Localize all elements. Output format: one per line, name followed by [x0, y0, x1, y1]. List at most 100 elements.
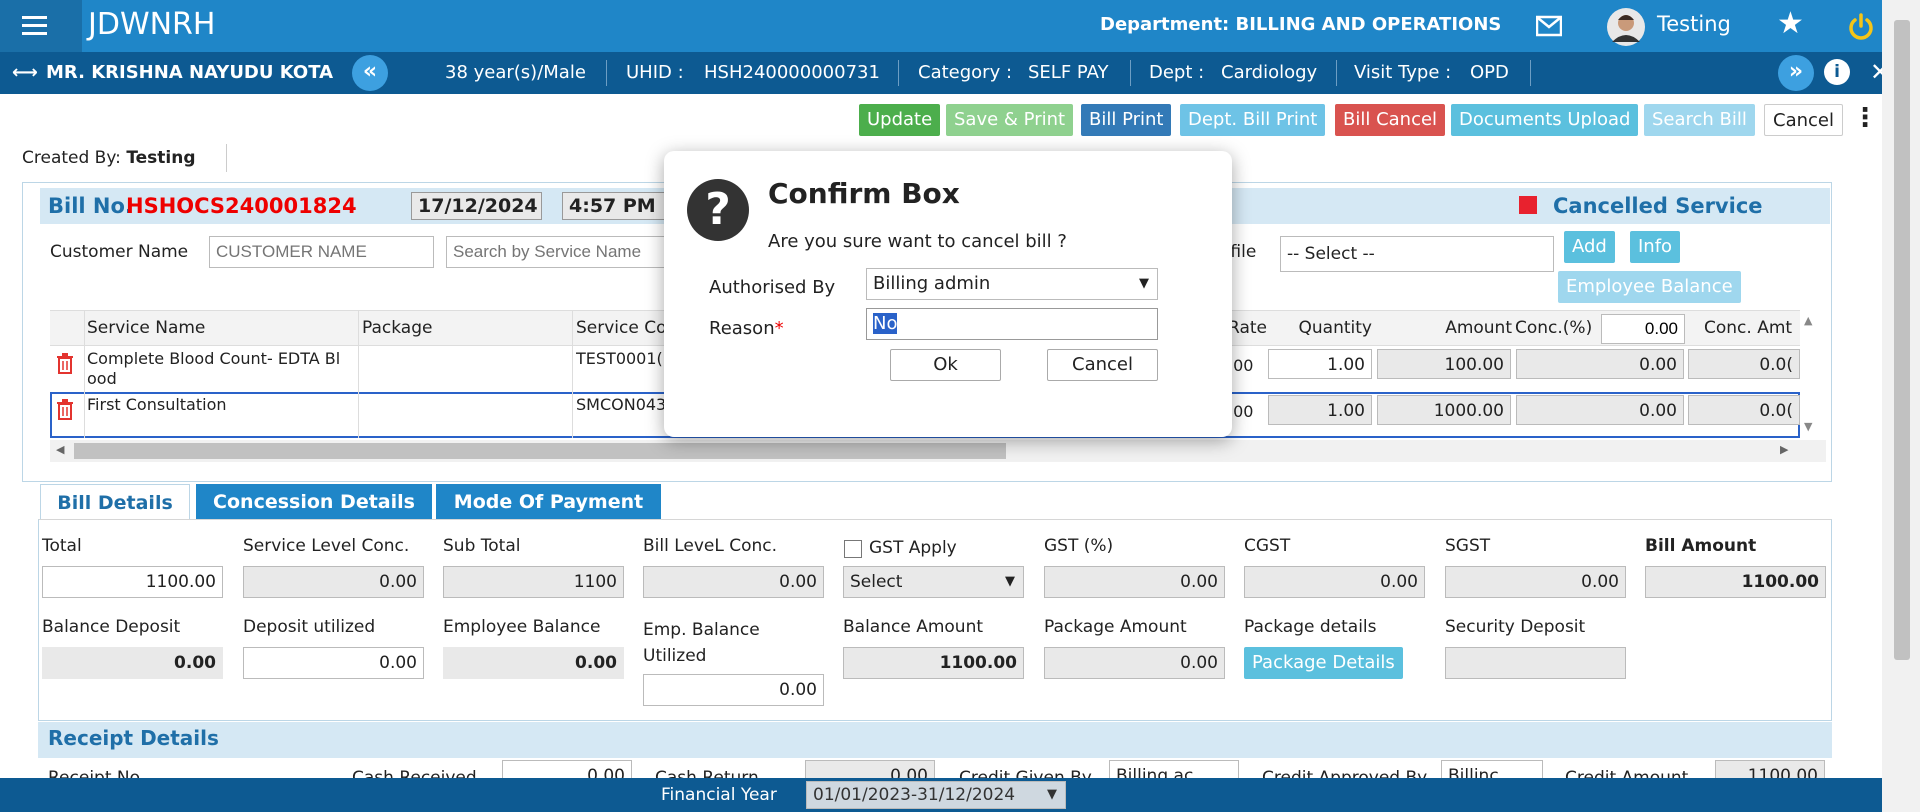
scroll-left-icon[interactable]: ◀	[56, 443, 64, 456]
gst-apply-label: GST Apply	[869, 538, 957, 558]
col-rate: Rate	[1228, 318, 1267, 338]
security-deposit-field	[1445, 647, 1626, 679]
conc-amt-cell: 0.0(	[1688, 395, 1800, 425]
category-value: SELF PAY	[1028, 62, 1109, 83]
bill-amount-field: 1100.00	[1645, 566, 1826, 598]
col-quantity: Quantity	[1298, 318, 1372, 338]
reason-input[interactable]: No	[866, 308, 1158, 340]
balance-amount-label: Balance Amount	[843, 617, 984, 637]
amount-cell: 100.00	[1377, 349, 1511, 379]
cgst-label: CGST	[1244, 536, 1291, 556]
cancelled-legend-swatch	[1519, 196, 1537, 214]
user-name: Testing	[1657, 12, 1731, 36]
menu-icon[interactable]	[0, 0, 82, 52]
bill-print-button[interactable]: Bill Print	[1081, 104, 1172, 136]
delete-row-icon[interactable]	[55, 398, 75, 420]
profile-select[interactable]: -- Select --	[1280, 236, 1554, 272]
favorites-star-icon[interactable]: ★	[1777, 6, 1804, 41]
bill-level-conc-field: 0.00	[643, 566, 824, 598]
package-details-label: Package details	[1244, 617, 1377, 637]
amount-cell: 1000.00	[1377, 395, 1511, 425]
ok-button[interactable]: Ok	[890, 349, 1001, 381]
cancel-button[interactable]: Cancel	[1764, 104, 1843, 136]
info-button[interactable]: Info	[1630, 231, 1681, 263]
table-h-scrollbar-thumb[interactable]	[74, 443, 1006, 459]
service-search-input[interactable]	[446, 236, 666, 268]
more-options-icon[interactable]: ⋮	[1852, 104, 1878, 132]
financial-year-select[interactable]: 01/01/2023-31/12/2024 ▼	[806, 781, 1066, 809]
sub-total-label: Sub Total	[443, 536, 521, 556]
gst-pct-label: GST (%)	[1044, 536, 1114, 556]
mail-icon[interactable]	[1536, 15, 1562, 37]
bill-date: 17/12/2024	[411, 192, 542, 220]
emp-balance-utilized-label: Emp. Balance Utilized	[643, 620, 760, 666]
gst-pct-field: 0.00	[1044, 566, 1225, 598]
tab-bill-details[interactable]: Bill Details	[40, 484, 190, 520]
tab-concession-details[interactable]: Concession Details	[196, 484, 432, 520]
dialog-cancel-button[interactable]: Cancel	[1047, 349, 1158, 381]
bill-number: HSHOCS240001824	[126, 194, 357, 218]
receipt-header	[38, 722, 1832, 758]
documents-upload-button[interactable]: Documents Upload	[1451, 104, 1639, 136]
customer-name-input[interactable]	[209, 236, 434, 268]
page-scrollbar-thumb[interactable]	[1894, 20, 1910, 660]
expand-right-icon[interactable]: »	[1778, 55, 1814, 91]
dept-label: Dept :	[1149, 62, 1205, 83]
deposit-utilized-field[interactable]: 0.00	[243, 647, 424, 679]
save-print-button[interactable]: Save & Print	[946, 104, 1074, 136]
deposit-utilized-label: Deposit utilized	[243, 617, 376, 637]
swap-arrows-icon[interactable]: ⟷	[12, 62, 38, 83]
search-bill-button[interactable]: Search Bill	[1644, 104, 1755, 136]
col-package: Package	[362, 318, 433, 338]
conc-pct-cell: 0.00	[1516, 349, 1684, 379]
question-icon: ?	[687, 179, 749, 241]
delete-row-icon[interactable]	[55, 352, 75, 374]
table-row: Complete Blood Count- EDTA Bl ood	[87, 349, 341, 388]
table-scroll-up-icon[interactable]: ▲	[1804, 314, 1812, 327]
conc-pct-input[interactable]	[1601, 314, 1685, 344]
quantity-input[interactable]: 1.00	[1268, 349, 1372, 379]
collapse-left-icon[interactable]: «	[352, 55, 388, 91]
gst-select[interactable]: Select ▼	[843, 566, 1024, 598]
employee-balance-field: 0.00	[443, 647, 624, 679]
balance-deposit-field: 0.00	[42, 647, 223, 679]
cgst-field: 0.00	[1244, 566, 1425, 598]
receipt-title: Receipt Details	[48, 726, 219, 750]
service-code-cell: SMCON043	[576, 395, 666, 414]
emp-balance-utilized-field[interactable]: 0.00	[643, 674, 824, 706]
employee-balance-button[interactable]: Employee Balance	[1558, 271, 1741, 303]
bill-cancel-button[interactable]: Bill Cancel	[1335, 104, 1446, 136]
uhid-value: HSH240000000731	[704, 62, 880, 83]
balance-deposit-label: Balance Deposit	[42, 617, 181, 637]
avatar[interactable]	[1607, 8, 1645, 46]
gst-apply-checkbox[interactable]	[844, 540, 862, 558]
category-label: Category :	[918, 62, 1013, 83]
patient-age-gender: 38 year(s)/Male	[445, 62, 586, 83]
table-row: First Consultation	[87, 395, 227, 414]
update-button[interactable]: Update	[859, 104, 941, 136]
authorised-by-select[interactable]: Billing admin ▼	[866, 268, 1158, 300]
dept-bill-print-button[interactable]: Dept. Bill Print	[1180, 104, 1326, 136]
bill-no-label: Bill No.	[48, 194, 133, 218]
sub-total-field: 1100	[443, 566, 624, 598]
table-scroll-down-icon[interactable]: ▼	[1804, 420, 1812, 433]
package-amount-label: Package Amount	[1044, 617, 1187, 637]
dialog-message: Are you sure want to cancel bill ?	[768, 231, 1067, 252]
package-details-button[interactable]: Package Details	[1244, 647, 1403, 679]
scroll-right-icon[interactable]: ▶	[1780, 443, 1788, 456]
tab-mode-of-payment[interactable]: Mode Of Payment	[436, 484, 661, 520]
customer-name-label: Customer Name	[50, 242, 189, 262]
total-label: Total	[42, 536, 82, 556]
service-level-conc-field: 0.00	[243, 566, 424, 598]
bill-level-conc-label: Bill LeveL Conc.	[643, 536, 778, 556]
cancelled-service-legend: Cancelled Service	[1553, 194, 1763, 218]
col-conc-pct: Conc.(%)	[1515, 318, 1593, 338]
confirm-dialog: ? Confirm Box Are you sure want to cance…	[664, 151, 1232, 437]
power-icon[interactable]	[1848, 12, 1874, 40]
info-icon[interactable]: i	[1824, 59, 1850, 85]
total-field[interactable]: 1100.00	[42, 566, 223, 598]
top-navbar: JDWNRH Department: BILLING AND OPERATION…	[0, 0, 1900, 52]
patient-name: MR. KRISHNA NAYUDU KOTA	[46, 62, 334, 83]
patient-info-bar: ⟷ MR. KRISHNA NAYUDU KOTA « 38 year(s)/M…	[0, 52, 1900, 94]
add-button[interactable]: Add	[1564, 231, 1615, 263]
